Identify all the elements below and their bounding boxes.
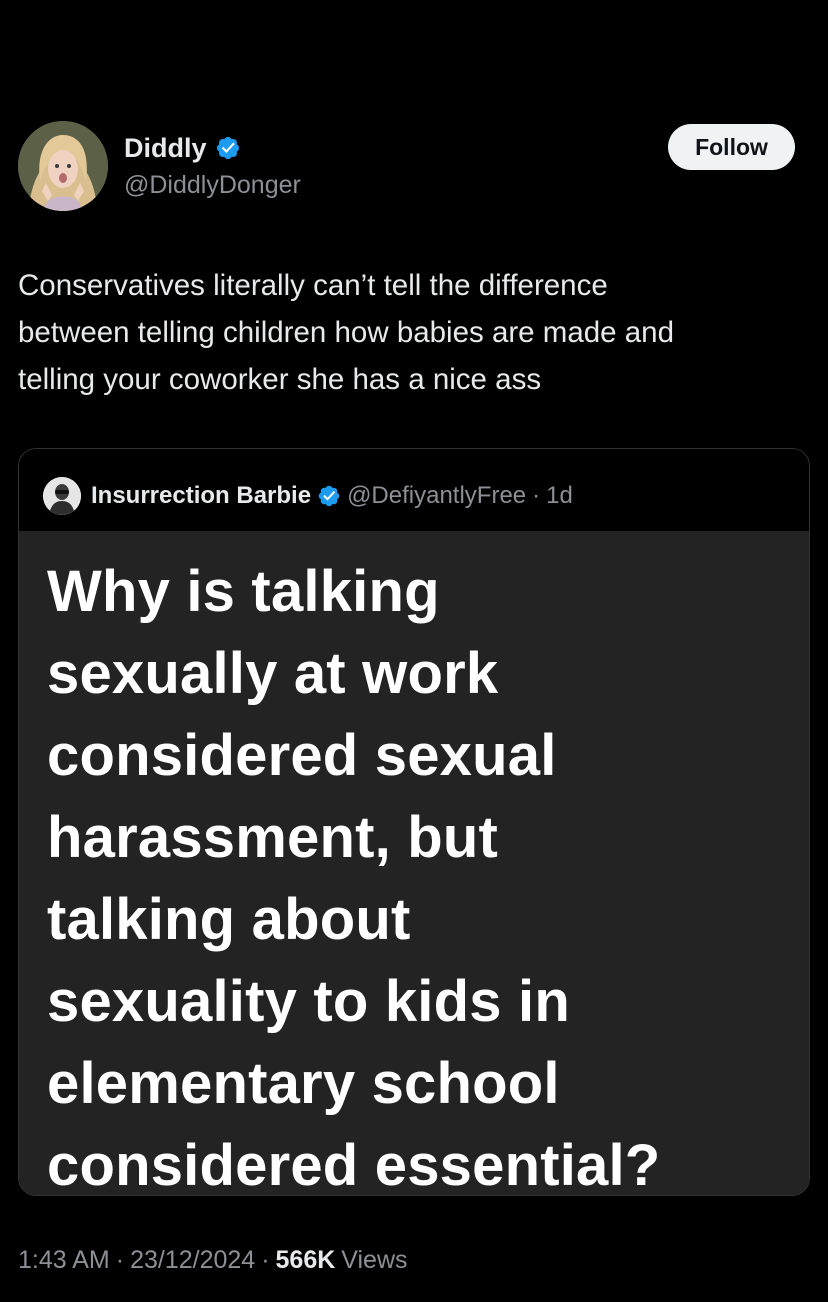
footer-separator: ·: [115, 1245, 125, 1274]
author-name-row: Diddly: [124, 130, 241, 166]
post-text: Conservatives literally can’t tell the d…: [18, 269, 674, 396]
avatar-photo-icon: [18, 121, 108, 211]
quoted-avatar-photo-icon: [43, 477, 81, 515]
views-label: Views: [341, 1245, 408, 1274]
quoted-media-text: Why is talking sexually at work consider…: [47, 559, 661, 1196]
quoted-verified-badge-icon: [318, 485, 340, 507]
verified-badge-icon: [216, 136, 239, 160]
author-name[interactable]: Diddly: [124, 130, 207, 166]
post-date[interactable]: 23/12/2024: [130, 1246, 255, 1275]
quoted-meta-separator: ·: [532, 482, 541, 509]
author-handle[interactable]: @DiddlyDonger: [124, 168, 301, 202]
author-avatar[interactable]: [18, 121, 108, 211]
post-time[interactable]: 1:43 AM: [18, 1246, 110, 1275]
quoted-post-header: Insurrection Barbie @DefiyantlyFree · 1d: [19, 449, 809, 531]
quoted-author-name[interactable]: Insurrection Barbie: [91, 482, 311, 510]
quoted-author-avatar[interactable]: [43, 477, 81, 515]
follow-button[interactable]: Follow: [668, 124, 795, 170]
post-container: Diddly @DiddlyDonger Follow Conservative…: [0, 0, 828, 1302]
quoted-post-media[interactable]: Why is talking sexually at work consider…: [19, 531, 809, 1196]
quoted-post-card[interactable]: Insurrection Barbie @DefiyantlyFree · 1d…: [18, 448, 810, 1196]
views-count[interactable]: 566K: [276, 1246, 336, 1275]
quoted-post-meta: Insurrection Barbie @DefiyantlyFree · 1d: [91, 477, 573, 515]
quoted-author-handle[interactable]: @DefiyantlyFree: [347, 482, 526, 510]
footer-separator: ·: [261, 1245, 270, 1274]
post-footer: 1:43 AM · 23/12/2024 · 566K Views: [18, 1240, 408, 1280]
quoted-post-time[interactable]: 1d: [546, 482, 573, 510]
